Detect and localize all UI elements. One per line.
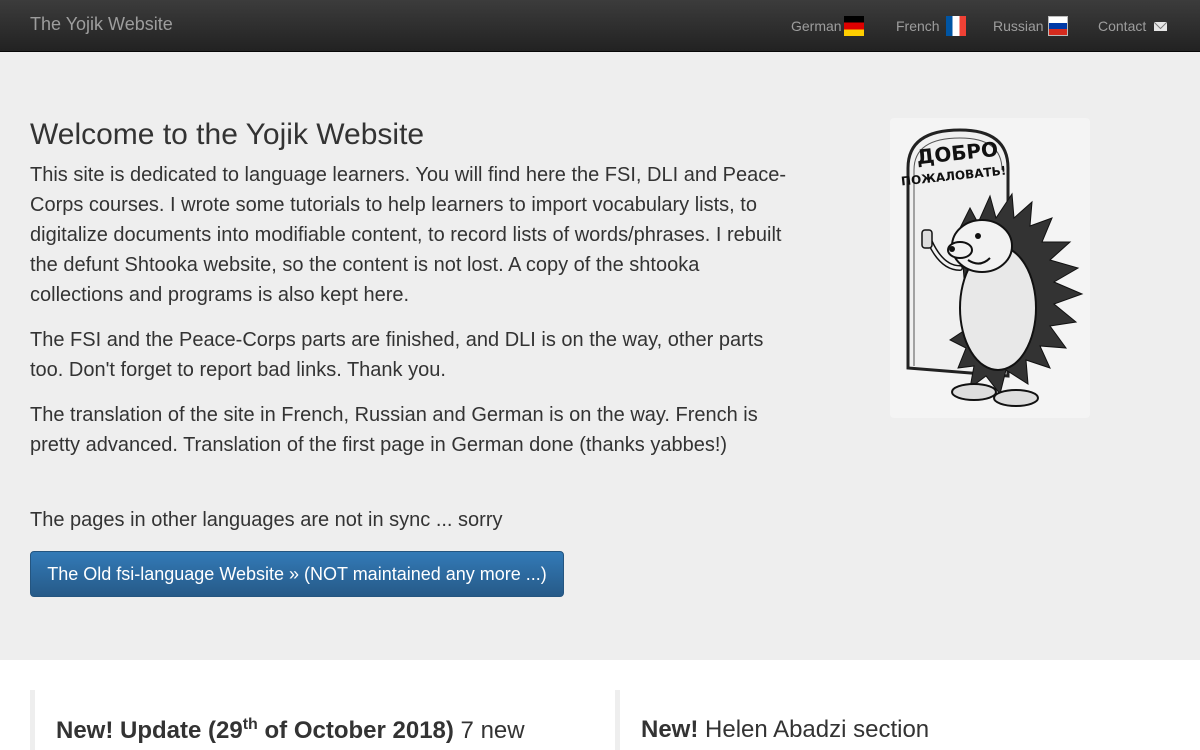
sync-note-paragraph: The pages in other languages are not in … (30, 509, 503, 531)
nav-link-french[interactable]: French (896, 16, 966, 36)
nav-link-russian-label: Russian (993, 18, 1044, 34)
nav-link-russian[interactable]: Russian (993, 16, 1068, 36)
abadzi-section-text: Helen Abadzi section (698, 716, 930, 743)
page-title: Welcome to the Yojik Website (30, 118, 425, 151)
french-flag-icon (945, 16, 966, 36)
nav-link-contact-label: Contact (1098, 18, 1147, 34)
old-fsi-website-button[interactable]: The Old fsi-language Website » (NOT main… (30, 551, 564, 597)
update-date-suffix: th (242, 716, 258, 733)
news-heading-update: New! Update (29th of October 2018) 7 new (56, 716, 525, 745)
status-paragraph: The FSI and the Peace-Corps parts are fi… (30, 329, 764, 381)
translation-paragraph: The translation of the site in French, R… (30, 404, 758, 456)
german-flag-icon (843, 16, 864, 36)
envelope-icon (1154, 21, 1168, 31)
top-navbar: The Yojik Website German French Russian … (0, 0, 1200, 52)
news-panel-update: New! Update (29th of October 2018) 7 new (30, 690, 585, 750)
welcome-hedgehog-illustration: ДОБРО ПОЖАЛОВАТЬ! (890, 118, 1090, 418)
news-panel-abadzi: New! Helen Abadzi section (615, 690, 1170, 750)
welcome-jumbotron: Welcome to the Yojik Website This site i… (0, 52, 1200, 660)
intro-paragraph: This site is dedicated to language learn… (30, 164, 787, 306)
new-label: New! (641, 716, 699, 743)
nav-link-german-label: German (791, 18, 842, 34)
russian-flag-icon (1047, 16, 1068, 36)
site-brand-link[interactable]: The Yojik Website (30, 14, 173, 35)
nav-link-contact[interactable]: Contact (1098, 16, 1168, 36)
nav-link-french-label: French (896, 18, 940, 34)
nav-link-german[interactable]: German (791, 16, 864, 36)
hedgehog-door-drawing: ДОБРО ПОЖАЛОВАТЬ! (900, 128, 1084, 407)
